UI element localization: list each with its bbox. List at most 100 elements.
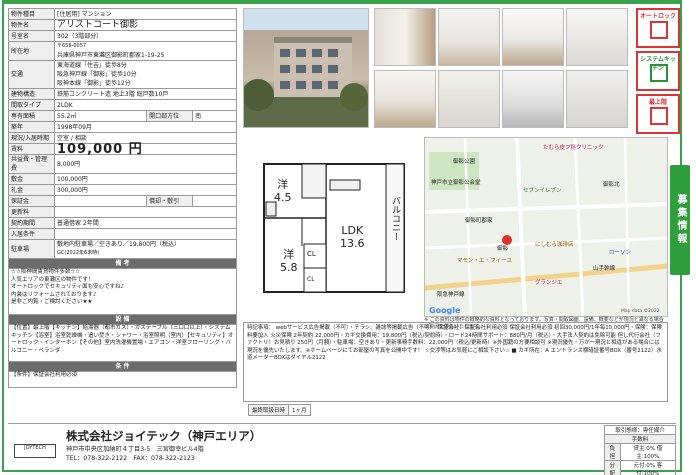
closet-label: CL bbox=[307, 276, 315, 283]
map-attribution: Map data ©2022 bbox=[621, 309, 660, 314]
room-number: 302（3階部分） bbox=[54, 30, 237, 42]
label: 礼金 bbox=[8, 184, 55, 196]
recruitment-tab[interactable]: 募集情報 bbox=[670, 165, 690, 275]
remarks-text: ☆☆阪神間賃貸物件多数☆☆ 人気エリアの東灘区の物件です！ オートロックでセキュ… bbox=[8, 268, 237, 315]
label: 更新料 bbox=[8, 206, 55, 218]
section-equipment-header: 設 備 bbox=[8, 314, 237, 325]
row-type: 物件種目 [住居用] マンション bbox=[8, 8, 237, 20]
photo-entrance bbox=[374, 8, 436, 66]
photo-corridor bbox=[566, 8, 628, 66]
fee-row-value: 元付:0% 客付:100% bbox=[619, 460, 677, 475]
contract-term: 普通借家 2年間 bbox=[54, 217, 237, 229]
row-address: 所在地 〒658-0057 兵庫県神戸市東灘区御影町郡家1-19-25 bbox=[8, 41, 237, 61]
address-cell: 〒658-0057 兵庫県神戸市東灘区御影町郡家1-19-25 bbox=[54, 41, 237, 61]
label: 保証金 bbox=[8, 195, 55, 207]
map-label: 阪急神戸線 bbox=[437, 292, 465, 298]
remarks-line: 是非ご内覧・ご検討ください★★ bbox=[11, 299, 93, 305]
row-deposit: 敷金 100,000円 bbox=[8, 173, 237, 185]
photo-room bbox=[438, 8, 500, 66]
label: 所在地 bbox=[8, 41, 55, 61]
renewal-fee bbox=[54, 206, 237, 218]
access-line: 東海道線「住吉」徒歩8分 bbox=[57, 62, 127, 69]
label: 専有面積 bbox=[8, 110, 55, 122]
room1-name: 洋 bbox=[277, 178, 289, 191]
management-fee: 8,000円 bbox=[54, 154, 237, 174]
special-notes-box: 特記事項： webサービス広告掲載（不可）・チラシ、雑誌等掲載広告（不可）・保証… bbox=[243, 322, 668, 402]
google-logo: Google bbox=[429, 306, 461, 315]
rent-price: 109,000 円 bbox=[54, 143, 237, 156]
map-label: 神戸市立御影公会堂 bbox=[431, 180, 481, 186]
room2-size: 5.8 bbox=[280, 261, 298, 274]
row-rent: 賃料 109,000 円 bbox=[8, 143, 237, 156]
row-conditions: 入居条件 bbox=[8, 228, 237, 240]
balcony-label: バルコニー bbox=[390, 196, 400, 241]
map-label: グランジエ bbox=[535, 280, 563, 286]
row-guarantee: 保証金 償却・敷引 bbox=[8, 195, 237, 207]
property-name: アリストコート御影 bbox=[54, 19, 237, 31]
label: 償却・敷引 bbox=[146, 195, 194, 207]
map-label: セブンイレブン bbox=[523, 188, 562, 194]
deposit: 100,000円 bbox=[54, 173, 237, 185]
label: 建物構造 bbox=[8, 88, 55, 100]
row-access: 交通 東海道線「住吉」徒歩8分 阪急神戸線「御影」徒歩10分 阪神本線「御影」徒歩12… bbox=[8, 60, 237, 89]
key-money: 300,000円 bbox=[54, 184, 237, 196]
badge-label: オートロック bbox=[639, 13, 676, 20]
parking-cell: 敷地内駐車場／空きあり／19,800円（税込） GC(2022年6末時) bbox=[54, 239, 237, 259]
area: 55.2㎡ bbox=[53, 110, 148, 122]
last-update: 最終取扱日時 1ヶ月 bbox=[248, 404, 311, 416]
guarantee bbox=[53, 195, 148, 207]
label: 現況/入居時期 bbox=[8, 132, 55, 144]
row-renewal: 更新料 bbox=[8, 206, 237, 218]
conditions-text: 【条件】保証会社利用必須 bbox=[8, 371, 237, 388]
zip: 〒658-0057 bbox=[57, 43, 87, 49]
transaction-type: 取引態様：専任媒介 bbox=[604, 425, 676, 435]
address: 兵庫県神戸市東灘区御影町郡家1-19-25 bbox=[57, 52, 165, 59]
building-icon bbox=[650, 107, 668, 125]
room1-size: 4.5 bbox=[274, 191, 292, 204]
property-type: [住居用] マンション bbox=[54, 8, 237, 20]
structure: 鉄筋コンクリート造 地上3階 総戸数10戸 bbox=[54, 88, 237, 100]
photo-toilet bbox=[566, 70, 628, 128]
remarks-line: 内装はリフォームされております♪ bbox=[11, 291, 97, 298]
fee-header: 手数料 bbox=[604, 434, 676, 444]
fee-row-label: 分配 bbox=[604, 460, 621, 475]
direction: 南 bbox=[192, 110, 237, 122]
row-keymoney: 礼金 300,000円 bbox=[8, 184, 237, 196]
photo-washroom bbox=[438, 70, 500, 128]
special-notes-title: 特記事項： bbox=[247, 325, 274, 331]
map-label: 山手幹線 bbox=[593, 266, 616, 272]
section-remarks-header: 備 考 bbox=[8, 258, 237, 269]
label: 築年 bbox=[8, 121, 55, 133]
ldk-label: LDK 13.6 bbox=[340, 224, 365, 250]
label: 駐車場 bbox=[8, 239, 55, 259]
building-illustration bbox=[244, 37, 368, 127]
map-label: 御影公園 bbox=[453, 159, 476, 165]
photo-bath bbox=[502, 70, 564, 128]
label: 号室名 bbox=[8, 30, 55, 42]
building-photo bbox=[243, 8, 369, 128]
floor-plan: 洋 4.5 洋 5.8 LDK 13.6 バルコニー CL CL bbox=[244, 134, 419, 314]
row-built: 築年 1998年09月 bbox=[8, 121, 237, 133]
row-parking: 駐車場 敷地内駐車場／空きあり／19,800円（税込） GC(2022年6末時) bbox=[8, 239, 237, 259]
location-map[interactable]: たむら皮フ科クリニック 御影公園 神戸市立御影公会堂 御影北 セブンイレブン 御… bbox=[424, 137, 668, 317]
company-phone: TEL：078-322-2122 FAX：078-322-2123 bbox=[66, 455, 195, 462]
row-contract: 契約期間 普通借家 2年間 bbox=[8, 217, 237, 229]
access-line: 阪急神戸線「御影」徒歩10分 bbox=[57, 71, 137, 78]
fee-row-label: 負担 bbox=[604, 443, 621, 461]
label: 開口部方位 bbox=[146, 110, 194, 122]
section-conditions-header: 条 件 bbox=[8, 361, 237, 372]
amortization bbox=[192, 195, 237, 207]
move-in-conditions bbox=[54, 228, 237, 240]
label: 物件名 bbox=[8, 19, 55, 31]
row-layout: 間取タイプ 2LDK bbox=[8, 99, 237, 111]
photo-living bbox=[374, 70, 436, 128]
map-label: ローソン bbox=[609, 250, 632, 256]
row-structure: 建物構造 鉄筋コンクリート造 地上3階 総戸数10戸 bbox=[8, 88, 237, 100]
row-name: 物件名 アリストコート御影 bbox=[8, 19, 237, 31]
map-label: たむら皮フ科クリニック bbox=[543, 145, 604, 151]
special-notes-text: webサービス広告掲載（不可）・チラシ、雑誌等掲載広告（不可）・保証会社：保証会… bbox=[247, 325, 662, 362]
row-fee: 共益費・管理費 8,000円 bbox=[8, 154, 237, 174]
fee-row-value: 貸主:0% 借主:100% bbox=[619, 443, 677, 461]
map-label: 御影 bbox=[497, 246, 509, 252]
layout-type: 2LDK bbox=[54, 99, 237, 111]
